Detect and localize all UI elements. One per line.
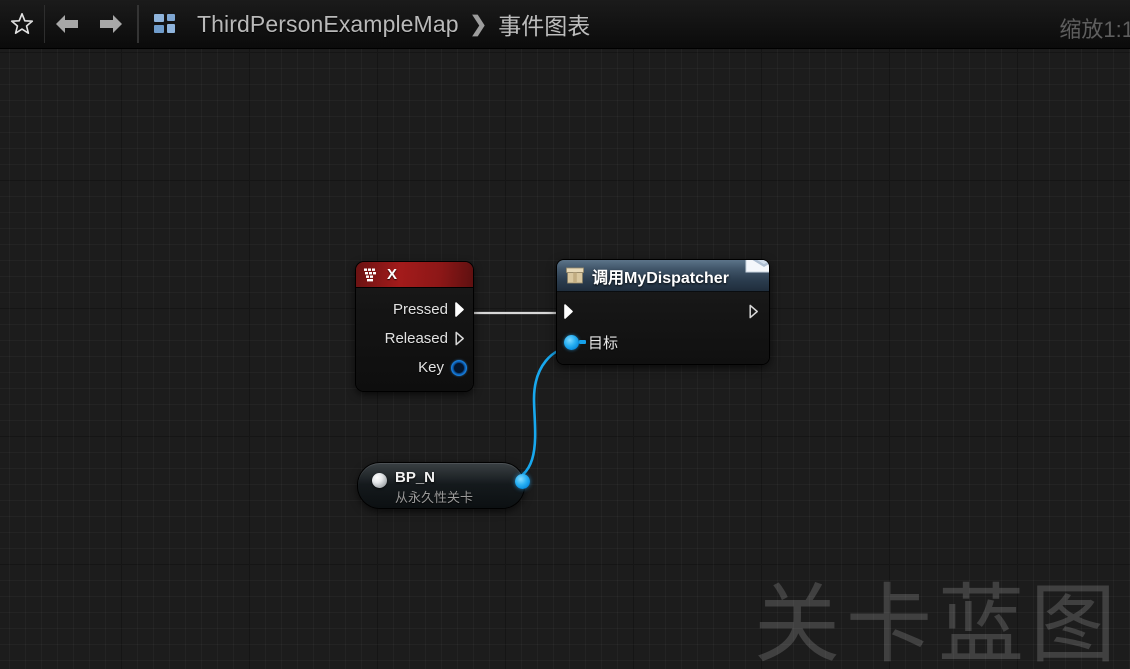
navigate-back-button[interactable] [45,1,89,48]
arrow-right-icon [100,15,122,33]
zoom-level-label: 缩放1:1 [1059,16,1130,42]
envelope-icon [745,260,769,273]
node-bpn-content: BP_N 从永久性关卡 [372,469,510,505]
dispatcher-target-row[interactable]: 目标 [557,327,769,358]
graph-canvas[interactable]: 关卡蓝图 X Pressed Released Key 调用MyDispatch… [0,49,1130,669]
exec-pin-in-icon[interactable] [564,304,576,319]
object-wire [498,345,576,484]
blueprint-editor-window: ThirdPersonExampleMap ❯ 事件图表 缩放1:1 关卡蓝图 [0,0,1130,669]
exec-pin-released-icon[interactable] [455,331,467,346]
node-call-dispatcher[interactable]: 调用MyDispatcher 目标 [557,260,769,364]
pin-row-released[interactable]: Released [356,324,473,353]
struct-pin-key-icon[interactable] [451,359,467,376]
toolbar-divider-2 [137,5,139,43]
pin-label-pressed: Pressed [392,301,448,318]
node-key-event-x[interactable]: X Pressed Released Key [356,262,473,391]
keyboard-icon [364,268,376,281]
breadcrumb-graph-label[interactable]: 事件图表 [498,7,590,41]
level-blueprint-icon-button[interactable] [143,1,187,48]
breadcrumb-separator-icon: ❯ [469,12,488,36]
box-icon [566,267,584,284]
node-dispatcher-body: 目标 [557,292,769,364]
sphere-icon [372,473,387,488]
node-key-event-header: X [356,262,473,288]
node-key-event-title: X [387,266,398,283]
pin-label-key: Key [418,359,444,376]
node-actor-reference-bpn[interactable]: BP_N 从永久性关卡 [358,463,530,508]
object-pin-target-icon[interactable] [564,335,586,350]
arrow-left-icon [56,15,78,33]
pin-row-pressed[interactable]: Pressed [356,295,473,324]
node-bpn-subtitle: 从永久性关卡 [395,490,474,505]
star-icon [10,13,34,35]
object-pin-bpn-out-icon[interactable] [515,474,530,489]
pin-label-target: 目标 [588,335,619,352]
editor-toolbar: ThirdPersonExampleMap ❯ 事件图表 缩放1:1 [0,0,1130,49]
breadcrumb-map-label[interactable]: ThirdPersonExampleMap [197,11,459,38]
dispatcher-exec-row[interactable] [557,296,769,327]
node-bpn-title: BP_N [395,469,436,486]
zoom-indicator-wrap: 缩放1:1 [980,1,1130,48]
node-key-event-body: Pressed Released Key [356,288,473,391]
navigate-forward-button[interactable] [89,1,133,48]
breadcrumb: ThirdPersonExampleMap ❯ 事件图表 [197,7,590,41]
node-dispatcher-header: 调用MyDispatcher [557,260,769,292]
pin-label-released: Released [384,330,448,347]
graph-watermark-label: 关卡蓝图 [754,575,1122,669]
exec-pin-pressed-icon[interactable] [455,302,467,317]
node-dispatcher-title: 调用MyDispatcher [592,269,729,287]
exec-pin-out-icon[interactable] [749,304,761,319]
favorite-button[interactable] [0,1,44,48]
pin-row-key[interactable]: Key [356,353,473,382]
level-grid-icon [154,14,175,33]
